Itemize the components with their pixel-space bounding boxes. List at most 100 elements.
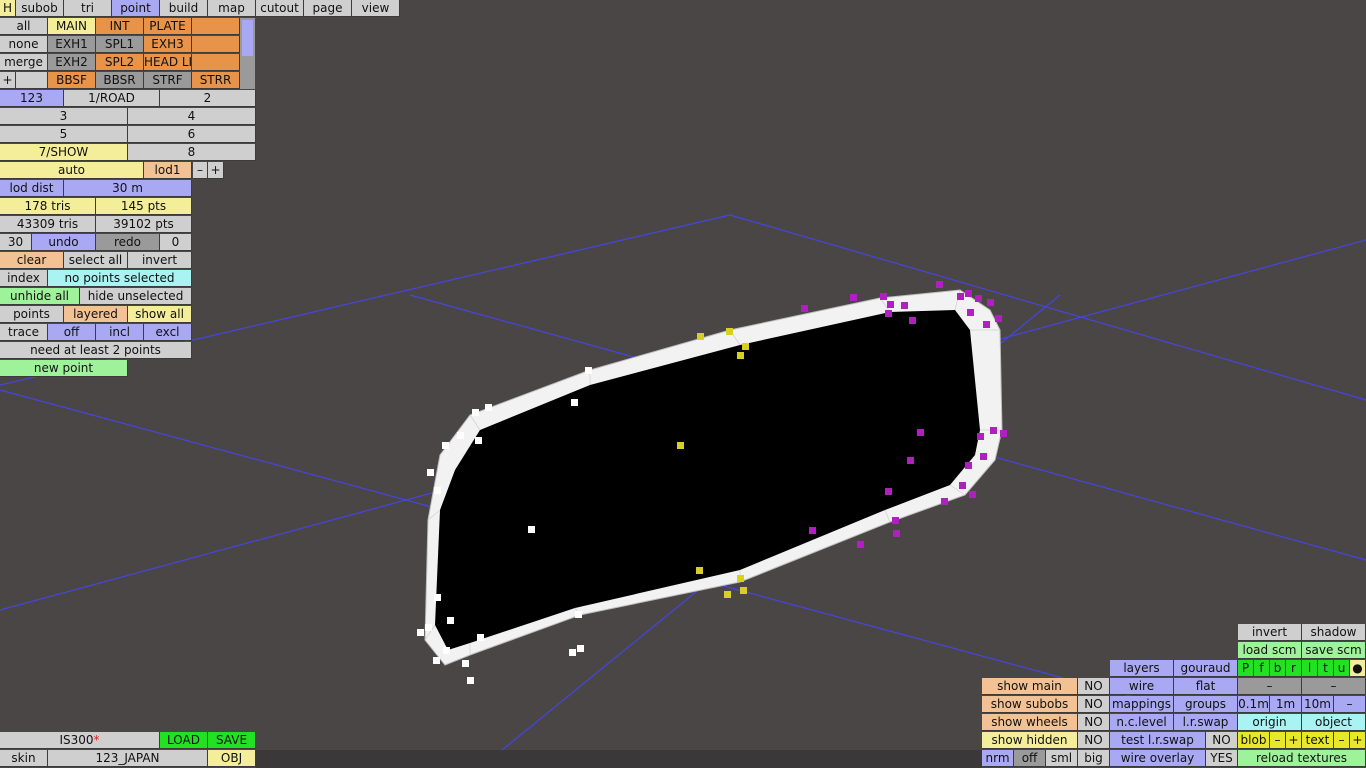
text-plus-button[interactable]: +	[1350, 732, 1366, 749]
mesh-vertex[interactable]	[887, 301, 894, 308]
lod1-button[interactable]: lod1	[144, 162, 192, 179]
mesh-vertex[interactable]	[850, 294, 857, 301]
mesh-vertex[interactable]	[969, 491, 976, 498]
mesh-vertex[interactable]	[892, 517, 899, 524]
show-hidden-button[interactable]: show hidden	[982, 732, 1078, 749]
unhide-all-button[interactable]: unhide all	[0, 288, 80, 305]
subob-empty-1[interactable]	[192, 18, 240, 35]
subob-bbsr[interactable]: BBSR	[96, 72, 144, 89]
clear-button[interactable]: clear	[0, 252, 64, 269]
tab-cutout[interactable]: cutout	[256, 0, 304, 17]
mesh-vertex[interactable]	[447, 617, 454, 624]
mesh-vertex[interactable]	[742, 343, 749, 350]
flag-dot[interactable]: ●	[1350, 660, 1366, 677]
layer-2[interactable]: 2	[160, 90, 256, 107]
flag-l[interactable]: l	[1302, 660, 1318, 677]
mesh-vertex[interactable]	[965, 462, 972, 469]
mesh-vertex[interactable]	[577, 645, 584, 652]
test-lr-swap-button[interactable]: test l.r.swap	[1110, 732, 1206, 749]
mesh-vertex[interactable]	[472, 409, 479, 416]
trace-incl-button[interactable]: incl	[96, 324, 144, 341]
index-button[interactable]: index	[0, 270, 48, 287]
trace-button[interactable]: trace	[0, 324, 48, 341]
mesh-vertex[interactable]	[1000, 430, 1007, 437]
show-main-button[interactable]: show main	[982, 678, 1078, 695]
h-button[interactable]: H	[0, 0, 16, 17]
reload-textures-button[interactable]: reload textures	[1238, 750, 1366, 767]
points-button[interactable]: points	[0, 306, 64, 323]
lod-minus-button[interactable]: –	[193, 162, 208, 179]
layer-4[interactable]: 4	[128, 108, 256, 125]
tab-page[interactable]: page	[304, 0, 352, 17]
mesh-vertex[interactable]	[477, 634, 484, 641]
flat-button[interactable]: flat	[1174, 678, 1238, 695]
add-subob-button[interactable]: +	[0, 72, 16, 89]
mesh-vertex[interactable]	[990, 427, 997, 434]
flag-t[interactable]: t	[1318, 660, 1334, 677]
mesh-vertex[interactable]	[980, 453, 987, 460]
subob-spl1[interactable]: SPL1	[96, 36, 144, 53]
subob-exh1[interactable]: EXH1	[48, 36, 96, 53]
trace-excl-button[interactable]: excl	[144, 324, 192, 341]
mesh-vertex[interactable]	[737, 352, 744, 359]
mesh-vertex[interactable]	[467, 677, 474, 684]
save-scm-button[interactable]: save scm	[1302, 642, 1366, 659]
tab-build[interactable]: build	[160, 0, 208, 17]
layer-3[interactable]: 3	[0, 108, 128, 125]
mesh-vertex[interactable]	[977, 433, 984, 440]
subob-bbsf[interactable]: BBSF	[48, 72, 96, 89]
merge-button[interactable]: merge	[0, 54, 48, 71]
mesh-vertex[interactable]	[809, 527, 816, 534]
layer-8[interactable]: 8	[128, 144, 256, 161]
car-name[interactable]: IS300*	[0, 732, 160, 749]
subob-exh2[interactable]: EXH2	[48, 54, 96, 71]
mesh-vertex[interactable]	[995, 315, 1002, 322]
load-scm-button[interactable]: load scm	[1238, 642, 1302, 659]
mesh-vertex[interactable]	[801, 305, 808, 312]
text-minus-button[interactable]: –	[1334, 732, 1350, 749]
mesh-vertex[interactable]	[987, 299, 994, 306]
new-point-button[interactable]: new point	[0, 360, 128, 377]
mesh-vertex[interactable]	[737, 575, 744, 582]
flag-b[interactable]: b	[1270, 660, 1286, 677]
origin-button[interactable]: origin	[1238, 714, 1302, 731]
mesh-vertex[interactable]	[941, 498, 948, 505]
mesh-vertex[interactable]	[909, 317, 916, 324]
grid-minus-button[interactable]: –	[1334, 696, 1366, 713]
mesh-vertex[interactable]	[425, 624, 432, 631]
mesh-vertex[interactable]	[427, 469, 434, 476]
lod-dist-value[interactable]: 30 m	[64, 180, 192, 197]
tab-tri[interactable]: tri	[64, 0, 112, 17]
mesh-vertex[interactable]	[434, 594, 441, 601]
mesh-vertex[interactable]	[880, 293, 887, 300]
subob-empty-2[interactable]	[192, 36, 240, 53]
object-button[interactable]: object	[1302, 714, 1366, 731]
invert-selection-button[interactable]: invert	[128, 252, 192, 269]
tab-map[interactable]: map	[208, 0, 256, 17]
obj-button[interactable]: OBJ	[208, 750, 256, 767]
select-all-subobs-button[interactable]: all	[0, 18, 48, 35]
grid-01m-button[interactable]: 0.1m	[1238, 696, 1270, 713]
invert-button[interactable]: invert	[1238, 624, 1302, 641]
lod-plus-button[interactable]: +	[208, 162, 224, 179]
flag-f[interactable]: f	[1254, 660, 1270, 677]
flag-p[interactable]: P	[1238, 660, 1254, 677]
mesh-vertex[interactable]	[443, 647, 450, 654]
redo-button[interactable]: redo	[96, 234, 160, 251]
layer-6[interactable]: 6	[128, 126, 256, 143]
size-big-button[interactable]: big	[1078, 750, 1110, 767]
mesh-vertex[interactable]	[893, 530, 900, 537]
lr-swap-button[interactable]: l.r.swap	[1174, 714, 1238, 731]
mesh-vertex[interactable]	[967, 309, 974, 316]
subob-head-li[interactable]: HEAD LI	[144, 54, 192, 71]
undo-button[interactable]: undo	[32, 234, 96, 251]
size-nrm-button[interactable]: nrm	[982, 750, 1014, 767]
tab-view[interactable]: view	[352, 0, 400, 17]
flag-r[interactable]: r	[1286, 660, 1302, 677]
mesh-vertex[interactable]	[885, 488, 892, 495]
subob-empty-4[interactable]	[16, 72, 48, 89]
show-wheels-toggle[interactable]: NO	[1078, 714, 1110, 731]
gouraud-button[interactable]: gouraud	[1174, 660, 1238, 677]
nc-level-button[interactable]: n.c.level	[1110, 714, 1174, 731]
subob-scrollbar[interactable]	[240, 18, 255, 89]
